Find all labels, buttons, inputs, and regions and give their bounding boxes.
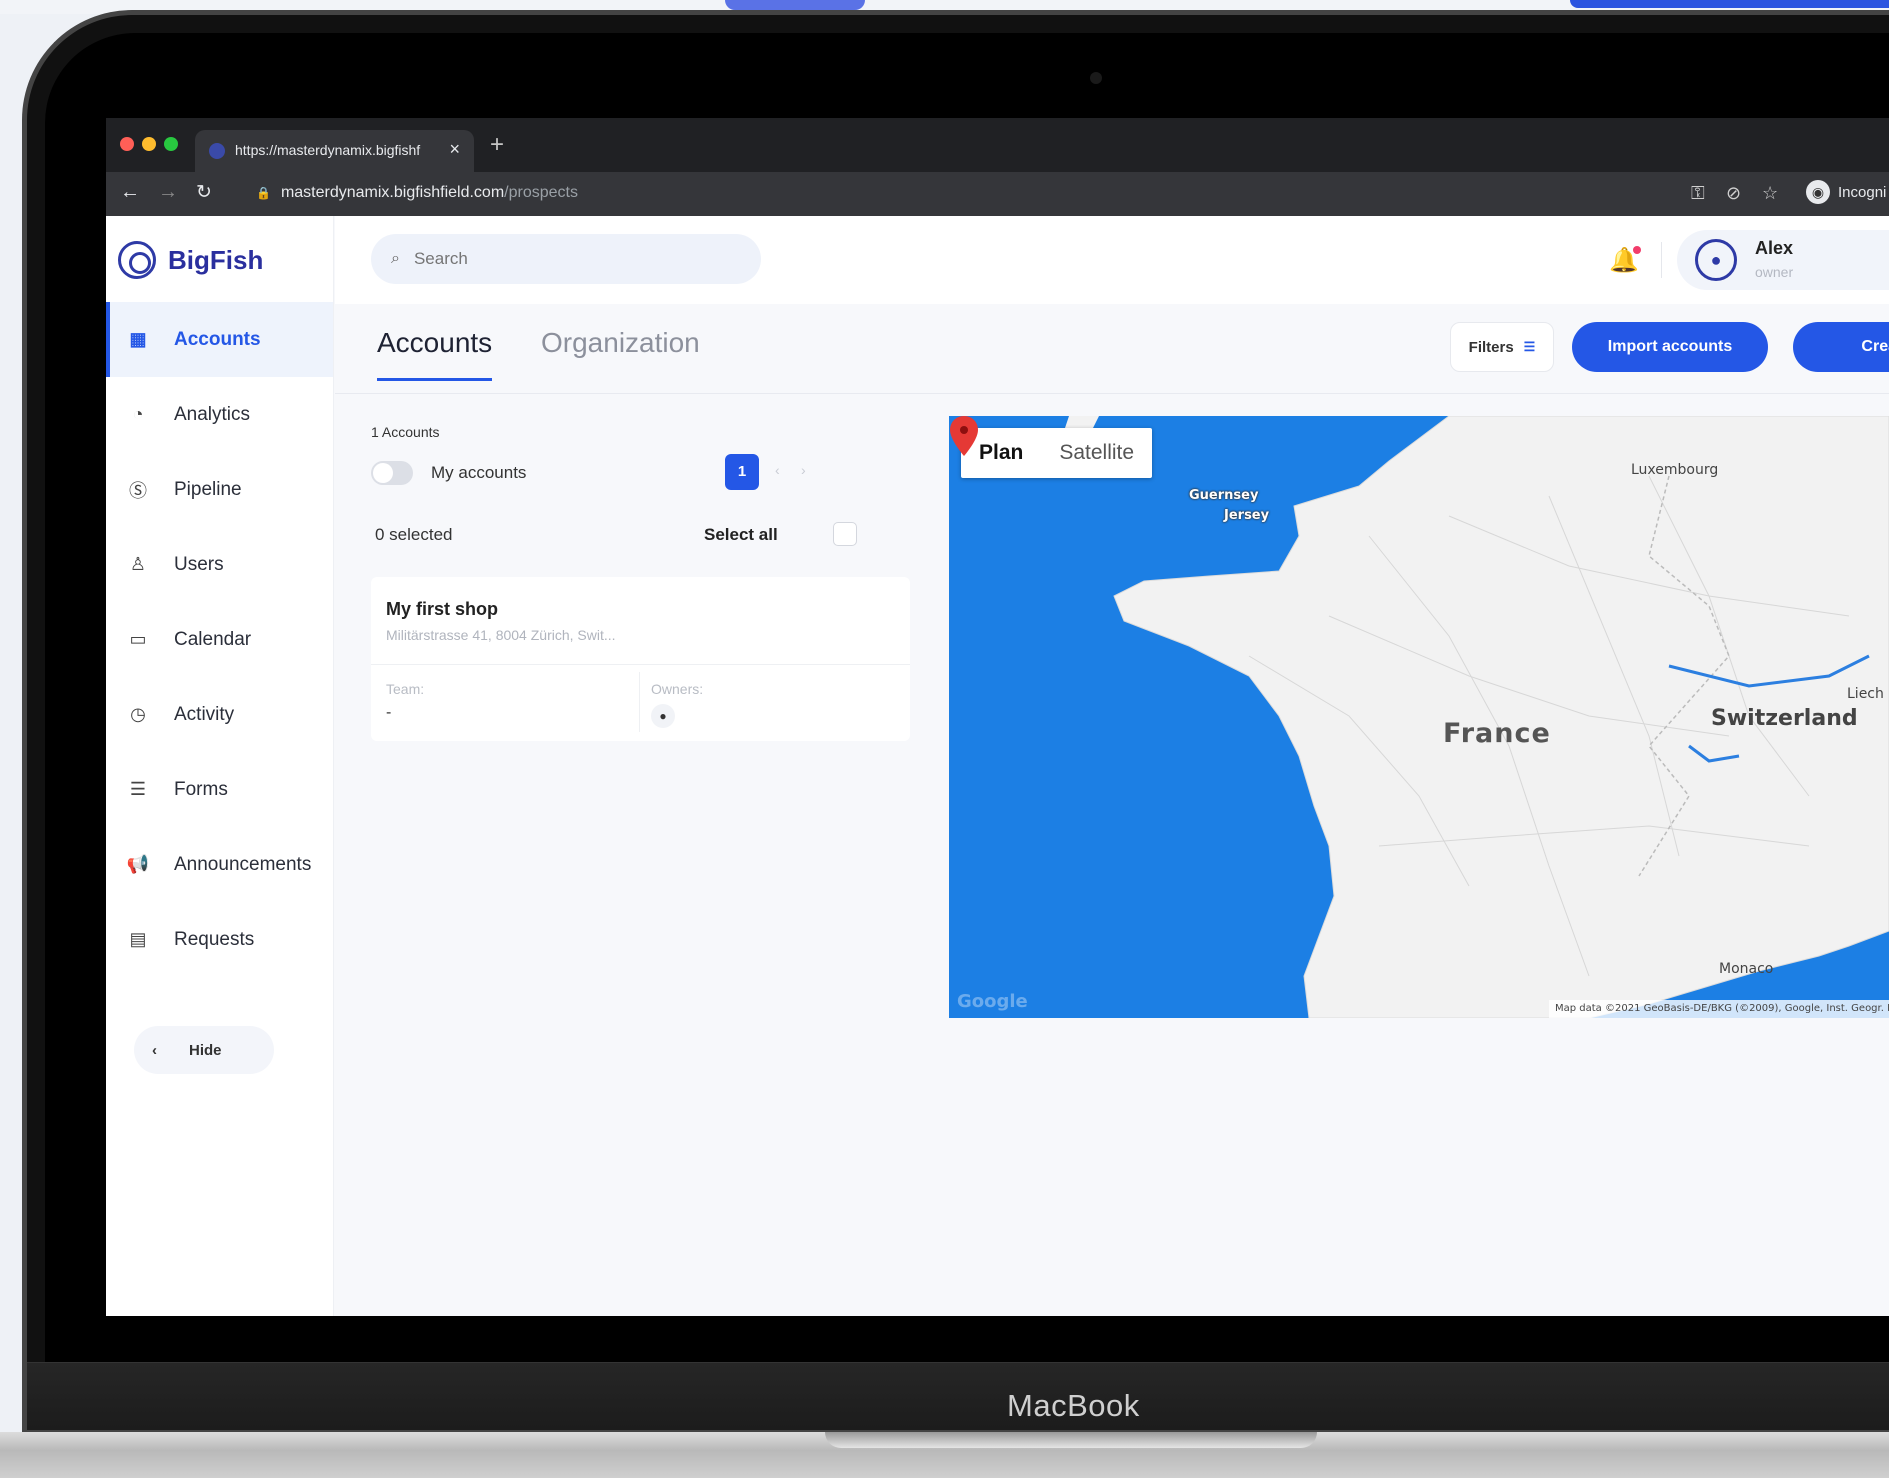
sidebar-item-pipeline[interactable]: Ⓢ Pipeline — [106, 452, 333, 527]
message-square-icon: ▤ — [129, 929, 147, 949]
app: BigFish ▦ Accounts ◔ Analytics Ⓢ Pipelin… — [106, 216, 1889, 1316]
chevron-left-icon: ‹ — [152, 1041, 157, 1059]
search-box[interactable]: ⌕ — [371, 234, 761, 284]
sidebar-item-activity[interactable]: ◷ Activity — [106, 677, 333, 752]
incognito-badge[interactable]: ◉ Incogni — [1806, 180, 1886, 204]
next-page-icon[interactable]: › — [801, 462, 806, 478]
brand-logo[interactable]: BigFish — [118, 241, 263, 279]
search-icon: ⌕ — [391, 250, 400, 267]
top-header: ⌕ 🔔 ● Alex owner — [335, 216, 1889, 304]
sidebar-item-users[interactable]: ♙ Users — [106, 527, 333, 602]
my-accounts-label: My accounts — [431, 463, 527, 482]
calendar-icon: ▭ — [129, 629, 147, 649]
tab-accounts[interactable]: Accounts — [377, 327, 493, 381]
sidebar-item-calendar[interactable]: ▭ Calendar — [106, 602, 333, 677]
sidebar-item-announcements[interactable]: 📢 Announcements — [106, 827, 333, 902]
minimize-window-button[interactable] — [142, 137, 156, 151]
team-value: - — [386, 704, 392, 721]
card-column-divider — [639, 672, 640, 732]
sidebar-item-analytics[interactable]: ◔ Analytics — [106, 377, 333, 452]
map-satellite-button[interactable]: Satellite — [1041, 428, 1152, 478]
sidebar-item-requests[interactable]: ▤ Requests — [106, 902, 333, 977]
map-label-jersey: Jersey — [1224, 508, 1270, 523]
reload-icon[interactable]: ↻ — [196, 181, 212, 204]
accounts-count: 1 Accounts — [371, 424, 440, 440]
sidebar: BigFish ▦ Accounts ◔ Analytics Ⓢ Pipelin… — [106, 216, 334, 1316]
key-icon[interactable]: ⚿ — [1691, 183, 1705, 204]
star-icon[interactable]: ☆ — [1762, 183, 1778, 204]
favicon-icon — [209, 143, 225, 159]
user-role: owner — [1755, 264, 1794, 280]
select-all-checkbox[interactable] — [833, 522, 857, 546]
notification-badge — [1632, 246, 1641, 254]
camera-icon — [1090, 72, 1102, 84]
search-input[interactable] — [413, 249, 714, 269]
card-divider — [371, 664, 910, 665]
back-icon[interactable]: ← — [120, 181, 140, 204]
megaphone-icon: 📢 — [126, 854, 150, 874]
device-brand: MacBook — [1007, 1388, 1140, 1423]
map-pin-icon[interactable] — [949, 416, 979, 456]
bigfish-logo-icon — [118, 241, 156, 279]
import-accounts-button[interactable]: Import accounts — [1572, 322, 1768, 372]
map-label-guernsey: Guernsey — [1189, 488, 1259, 503]
map-type-toggle: Plan Satellite — [961, 428, 1153, 478]
list-icon: ☰ — [129, 779, 147, 799]
map-view[interactable]: Plan Satellite France Switzerland Luxemb… — [949, 416, 1889, 1018]
google-watermark: Google — [957, 991, 1028, 1012]
browser-tab-title: https://masterdynamix.bigfishf — [235, 142, 421, 158]
maximize-window-button[interactable] — [164, 137, 178, 151]
history-icon: ◷ — [130, 704, 146, 724]
map-label-luxembourg: Luxembourg — [1631, 462, 1719, 478]
map-label-switzerland: Switzerland — [1711, 706, 1858, 731]
building-icon: ▦ — [129, 329, 147, 349]
account-card[interactable]: My first shop Militärstrasse 41, 8004 Zü… — [371, 577, 910, 741]
browser-tabbar: https://masterdynamix.bigfishf × + — [106, 118, 1889, 172]
screen: https://masterdynamix.bigfishf × + ← → ↻… — [106, 118, 1889, 1316]
filter-icon: ☰ — [1523, 339, 1536, 354]
account-name: My first shop — [386, 599, 499, 619]
my-accounts-toggle[interactable] — [371, 461, 413, 485]
prev-page-icon[interactable]: ‹ — [775, 462, 780, 478]
new-tab-icon[interactable]: + — [490, 131, 504, 159]
avatar-icon: ● — [1695, 239, 1737, 281]
header-divider — [1661, 242, 1662, 278]
team-label: Team: — [386, 681, 425, 697]
user-menu[interactable]: ● Alex owner — [1677, 230, 1889, 290]
notification-bell-icon[interactable]: 🔔 — [1609, 246, 1641, 275]
owners-label: Owners: — [651, 681, 704, 697]
user-icon: ♙ — [129, 554, 147, 574]
map-label-liech: Liech — [1847, 686, 1884, 702]
map-label-france: France — [1443, 718, 1551, 749]
dollar-circle-icon: Ⓢ — [129, 480, 147, 501]
account-address: Militärstrasse 41, 8004 Zürich, Swit... — [386, 627, 616, 643]
sidebar-item-accounts[interactable]: ▦ Accounts — [106, 302, 333, 377]
page-number-button[interactable]: 1 — [725, 454, 759, 490]
tab-organization[interactable]: Organization — [541, 327, 700, 359]
laptop-base — [0, 1432, 1889, 1478]
incognito-icon: ◉ — [1806, 180, 1830, 204]
browser-tab[interactable]: https://masterdynamix.bigfishf × — [195, 130, 474, 172]
map-label-monaco: Monaco — [1719, 961, 1774, 977]
owner-avatar-icon[interactable]: ● — [651, 704, 675, 728]
url-field[interactable]: 🔒 masterdynamix.bigfishfield.com/prospect… — [256, 184, 578, 202]
filters-button[interactable]: Filters ☰ — [1450, 322, 1554, 372]
create-account-button[interactable]: Create a — [1793, 322, 1889, 372]
map-attribution[interactable]: Map data ©2021 GeoBasis-DE/BKG (©2009), … — [1549, 1000, 1889, 1018]
forward-icon[interactable]: → — [158, 181, 178, 204]
sidebar-nav: ▦ Accounts ◔ Analytics Ⓢ Pipeline ♙ User… — [106, 302, 333, 977]
select-all-label[interactable]: Select all — [704, 525, 778, 545]
browser-address-bar: ← → ↻ 🔒 masterdynamix.bigfishfield.com/pr… — [106, 172, 1889, 216]
hide-sidebar-button[interactable]: ‹ Hide — [134, 1026, 274, 1074]
eye-off-icon[interactable]: ⊘ — [1726, 183, 1741, 204]
clock-pie-icon: ◔ — [132, 404, 144, 424]
sidebar-item-forms[interactable]: ☰ Forms — [106, 752, 333, 827]
user-name: Alex — [1755, 238, 1794, 258]
close-tab-icon[interactable]: × — [449, 139, 460, 160]
lock-icon: 🔒 — [256, 186, 271, 200]
selected-count: 0 selected — [375, 525, 453, 544]
close-window-button[interactable] — [120, 137, 134, 151]
page-tabs: Accounts Organization Filters ☰ Import a… — [335, 304, 1889, 394]
laptop-chin — [27, 1362, 1889, 1430]
